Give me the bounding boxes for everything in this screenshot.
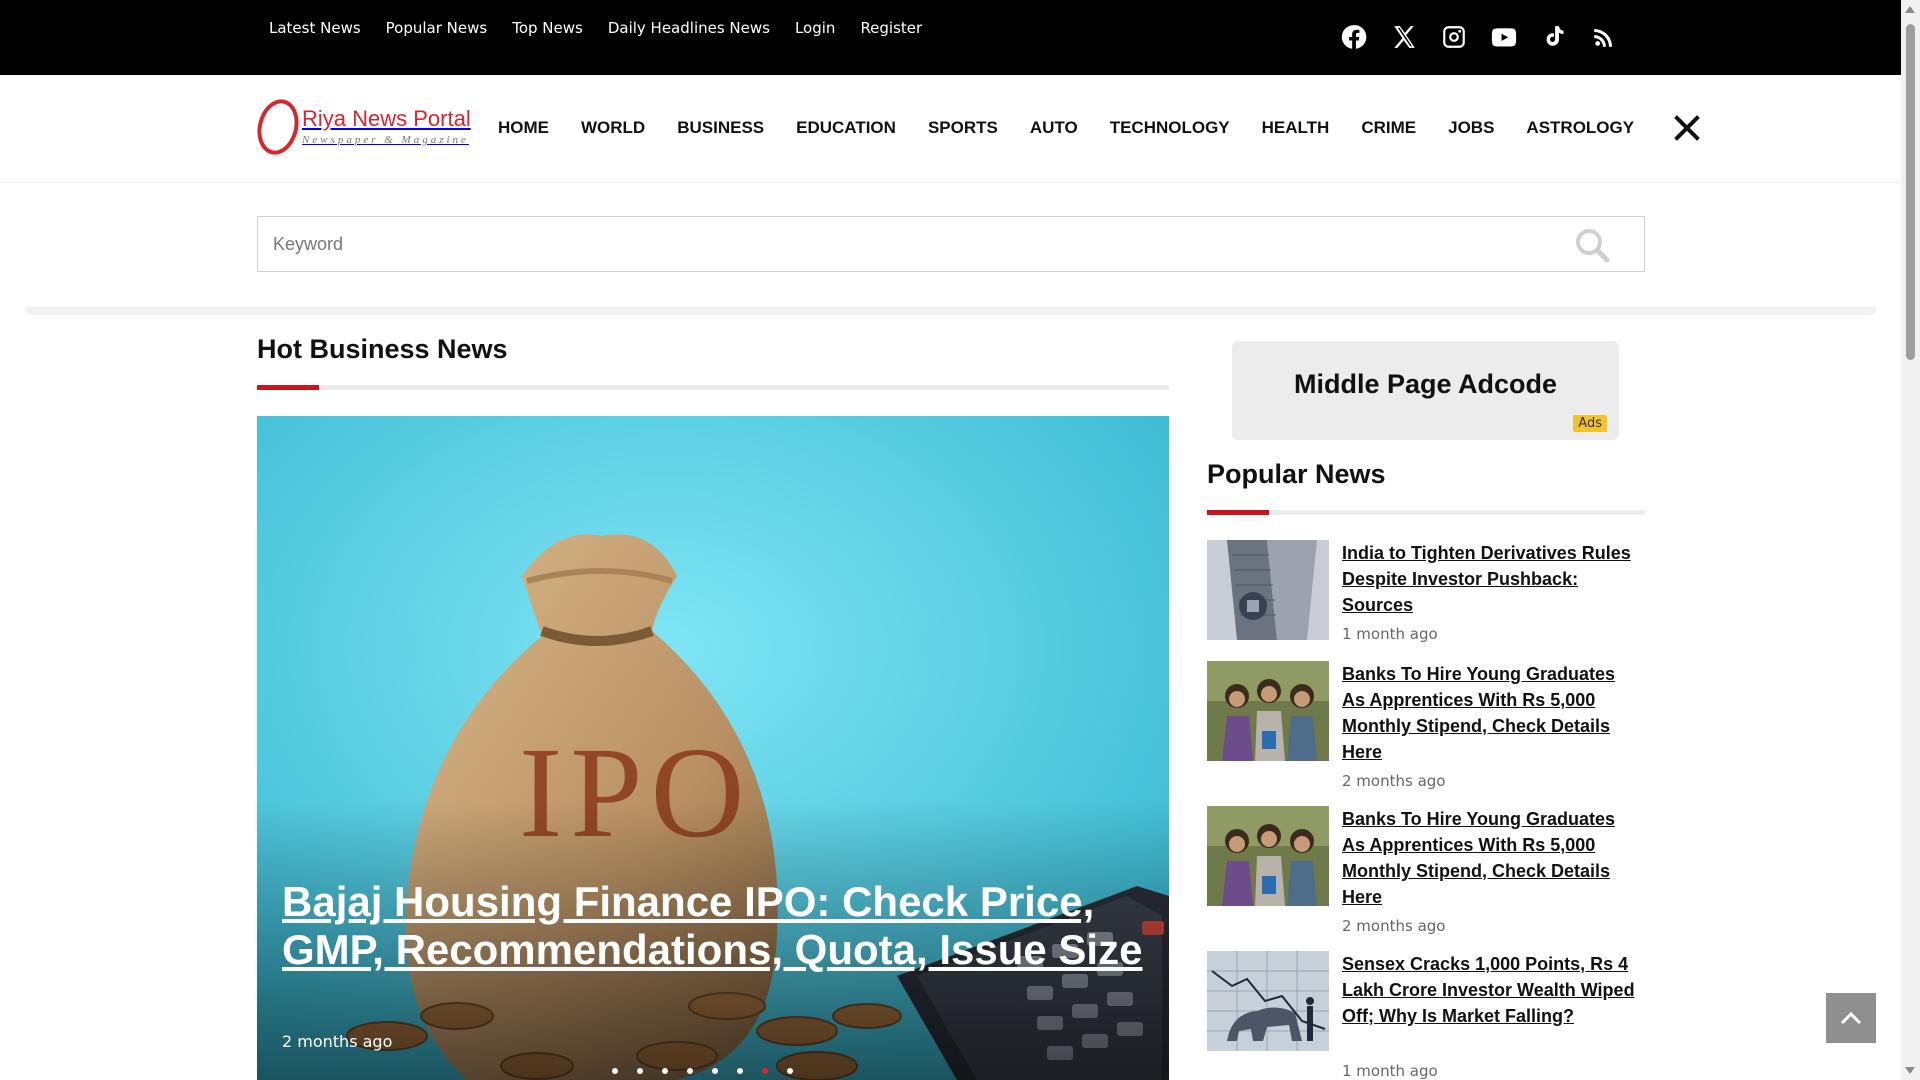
news-thumbnail[interactable] (1207, 951, 1329, 1051)
popular-news-time: 2 months ago (1342, 917, 1446, 935)
site-header: Riya News Portal Newspaper & Magazine HO… (0, 75, 1901, 183)
popular-news-title[interactable]: Banks To Hire Young Graduates As Apprent… (1342, 806, 1642, 910)
popular-news-time: 1 month ago (1342, 625, 1438, 643)
slider-dot[interactable] (662, 1068, 668, 1074)
slider-dot[interactable] (612, 1068, 618, 1074)
nav-auto[interactable]: AUTO (1030, 118, 1078, 138)
ad-text: Middle Page Adcode (1293, 369, 1558, 399)
popular-news-underline (1207, 510, 1645, 515)
login-link[interactable]: Login (795, 19, 835, 37)
search-bar (257, 216, 1645, 272)
logo-tagline: Newspaper & Magazine (302, 134, 469, 146)
nav-astrology[interactable]: ASTROLOGY (1526, 118, 1634, 138)
nav-home[interactable]: HOME (498, 118, 549, 138)
facebook-icon[interactable] (1340, 20, 1368, 54)
chevron-up-icon (1840, 1011, 1862, 1025)
nav-health[interactable]: HEALTH (1262, 118, 1330, 138)
top-links: Latest News Popular News Top News Daily … (269, 19, 922, 37)
ad-slot[interactable]: Middle Page Adcode Ads (1232, 341, 1619, 440)
popular-news-title[interactable]: Sensex Cracks 1,000 Points, Rs 4 Lakh Cr… (1342, 951, 1642, 1029)
hot-business-underline (257, 385, 1169, 390)
featured-headline[interactable]: Bajaj Housing Finance IPO: Check Price, … (282, 878, 1162, 974)
slider-dot[interactable] (637, 1068, 643, 1074)
nav-world[interactable]: WORLD (581, 118, 645, 138)
top-link-latest-news[interactable]: Latest News (269, 19, 361, 37)
logo-mark (251, 94, 305, 160)
search-icon[interactable] (1574, 227, 1610, 263)
nav-education[interactable]: EDUCATION (796, 118, 896, 138)
close-icon[interactable] (1672, 113, 1702, 143)
top-bar: Latest News Popular News Top News Daily … (0, 0, 1901, 75)
hot-business-heading: Hot Business News (257, 334, 508, 364)
instagram-icon[interactable] (1440, 20, 1468, 54)
popular-news-title[interactable]: India to Tighten Derivatives Rules Despi… (1342, 540, 1642, 618)
social-links (1340, 20, 1618, 54)
featured-slider[interactable]: IPO Bajaj Housing Finance IPO: Check Pri… (257, 416, 1169, 1080)
nav-jobs[interactable]: JOBS (1448, 118, 1494, 138)
slider-dot[interactable] (787, 1068, 793, 1074)
site-logo[interactable]: Riya News Portal Newspaper & Magazine (251, 94, 471, 160)
popular-news-time: 1 month ago (1342, 1062, 1438, 1080)
top-link-top-news[interactable]: Top News (512, 19, 583, 37)
header-divider (25, 307, 1877, 315)
featured-time: 2 months ago (282, 1032, 393, 1051)
nav-technology[interactable]: TECHNOLOGY (1110, 118, 1230, 138)
back-to-top-button[interactable] (1826, 993, 1876, 1043)
slider-dots (612, 1068, 793, 1074)
youtube-icon[interactable] (1490, 20, 1518, 54)
main-nav: HOME WORLD BUSINESS EDUCATION SPORTS AUT… (498, 118, 1634, 138)
scroll-thumb[interactable] (1906, 24, 1915, 360)
top-link-popular-news[interactable]: Popular News (386, 19, 488, 37)
popular-news-title[interactable]: Banks To Hire Young Graduates As Apprent… (1342, 661, 1642, 765)
nav-business[interactable]: BUSINESS (677, 118, 764, 138)
popular-news-time: 2 months ago (1342, 772, 1446, 790)
popular-news-heading: Popular News (1207, 459, 1386, 489)
tiktok-icon[interactable] (1540, 20, 1568, 54)
slider-dot[interactable] (737, 1068, 743, 1074)
page-scrollbar[interactable] (1901, 0, 1920, 1080)
news-thumbnail[interactable] (1207, 661, 1329, 761)
top-link-daily-headlines[interactable]: Daily Headlines News (608, 19, 770, 37)
register-link[interactable]: Register (860, 19, 922, 37)
x-icon[interactable] (1390, 20, 1418, 54)
search-input[interactable] (273, 217, 1573, 271)
rss-icon[interactable] (1590, 20, 1618, 54)
nav-sports[interactable]: SPORTS (928, 118, 998, 138)
ad-badge: Ads (1573, 415, 1607, 432)
news-thumbnail[interactable] (1207, 806, 1329, 906)
slider-dot[interactable] (712, 1068, 718, 1074)
scroll-down-arrow[interactable] (1905, 1067, 1915, 1074)
news-thumbnail[interactable] (1207, 540, 1329, 640)
nav-crime[interactable]: CRIME (1361, 118, 1416, 138)
slider-dot[interactable] (687, 1068, 693, 1074)
slider-dot[interactable] (762, 1068, 768, 1074)
logo-title: Riya News Portal (302, 106, 471, 131)
scroll-up-arrow[interactable] (1905, 6, 1915, 13)
